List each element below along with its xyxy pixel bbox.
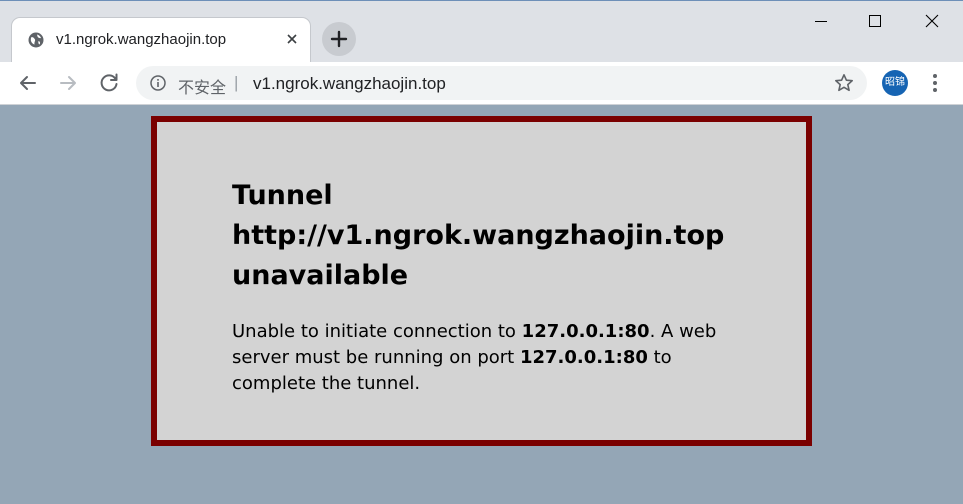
info-icon[interactable] [150, 75, 166, 91]
browser-tab[interactable]: v1.ngrok.wangzhaojin.top [12, 18, 310, 63]
error-address-2: 127.0.0.1:80 [519, 347, 648, 368]
error-message: Unable to initiate connection to 127.0.0… [232, 319, 752, 397]
maximize-icon [869, 15, 881, 27]
globe-icon [28, 32, 44, 48]
bookmark-star-icon[interactable] [833, 72, 855, 94]
error-message-part1: Unable to initiate connection to [232, 321, 522, 342]
error-address-1: 127.0.0.1:80 [521, 321, 650, 342]
window-close-button[interactable] [909, 5, 955, 37]
minimize-icon [815, 21, 827, 22]
not-secure-label[interactable]: 不安全 [178, 74, 226, 98]
tab-title: v1.ngrok.wangzhaojin.top [56, 31, 227, 48]
more-vert-icon [933, 74, 937, 92]
plus-icon [330, 30, 348, 48]
error-title-line3: unavailable [232, 260, 409, 291]
close-icon [925, 14, 939, 28]
error-box: Tunnel http://v1.ngrok.wangzhaojin.top u… [151, 116, 812, 446]
arrow-right-icon [60, 76, 76, 90]
error-title: Tunnel http://v1.ngrok.wangzhaojin.top u… [232, 176, 772, 296]
menu-button[interactable] [924, 70, 946, 96]
address-separator: | [234, 73, 239, 92]
browser-window: v1.ngrok.wangzhaojin.top 不安全 | v1.ngrok.… [0, 0, 963, 504]
url-text[interactable]: v1.ngrok.wangzhaojin.top [253, 74, 446, 94]
browser-toolbar: 不安全 | v1.ngrok.wangzhaojin.top 昭锦 [0, 62, 963, 105]
address-bar[interactable]: 不安全 | v1.ngrok.wangzhaojin.top [136, 66, 867, 100]
profile-avatar[interactable]: 昭锦 [882, 70, 908, 96]
reload-button[interactable] [94, 68, 124, 98]
error-title-url: http://v1.ngrok.wangzhaojin.top [232, 220, 725, 251]
page-content: Tunnel http://v1.ngrok.wangzhaojin.top u… [0, 105, 963, 504]
forward-button[interactable] [53, 68, 83, 98]
arrow-left-icon [20, 76, 36, 90]
minimize-button[interactable] [798, 5, 844, 37]
tab-strip: v1.ngrok.wangzhaojin.top [0, 0, 963, 63]
tab-close-icon[interactable] [283, 30, 301, 48]
back-button[interactable] [13, 68, 43, 98]
new-tab-button[interactable] [322, 22, 356, 56]
maximize-button[interactable] [852, 5, 898, 37]
reload-icon [100, 73, 118, 92]
error-title-line1: Tunnel [232, 180, 333, 211]
